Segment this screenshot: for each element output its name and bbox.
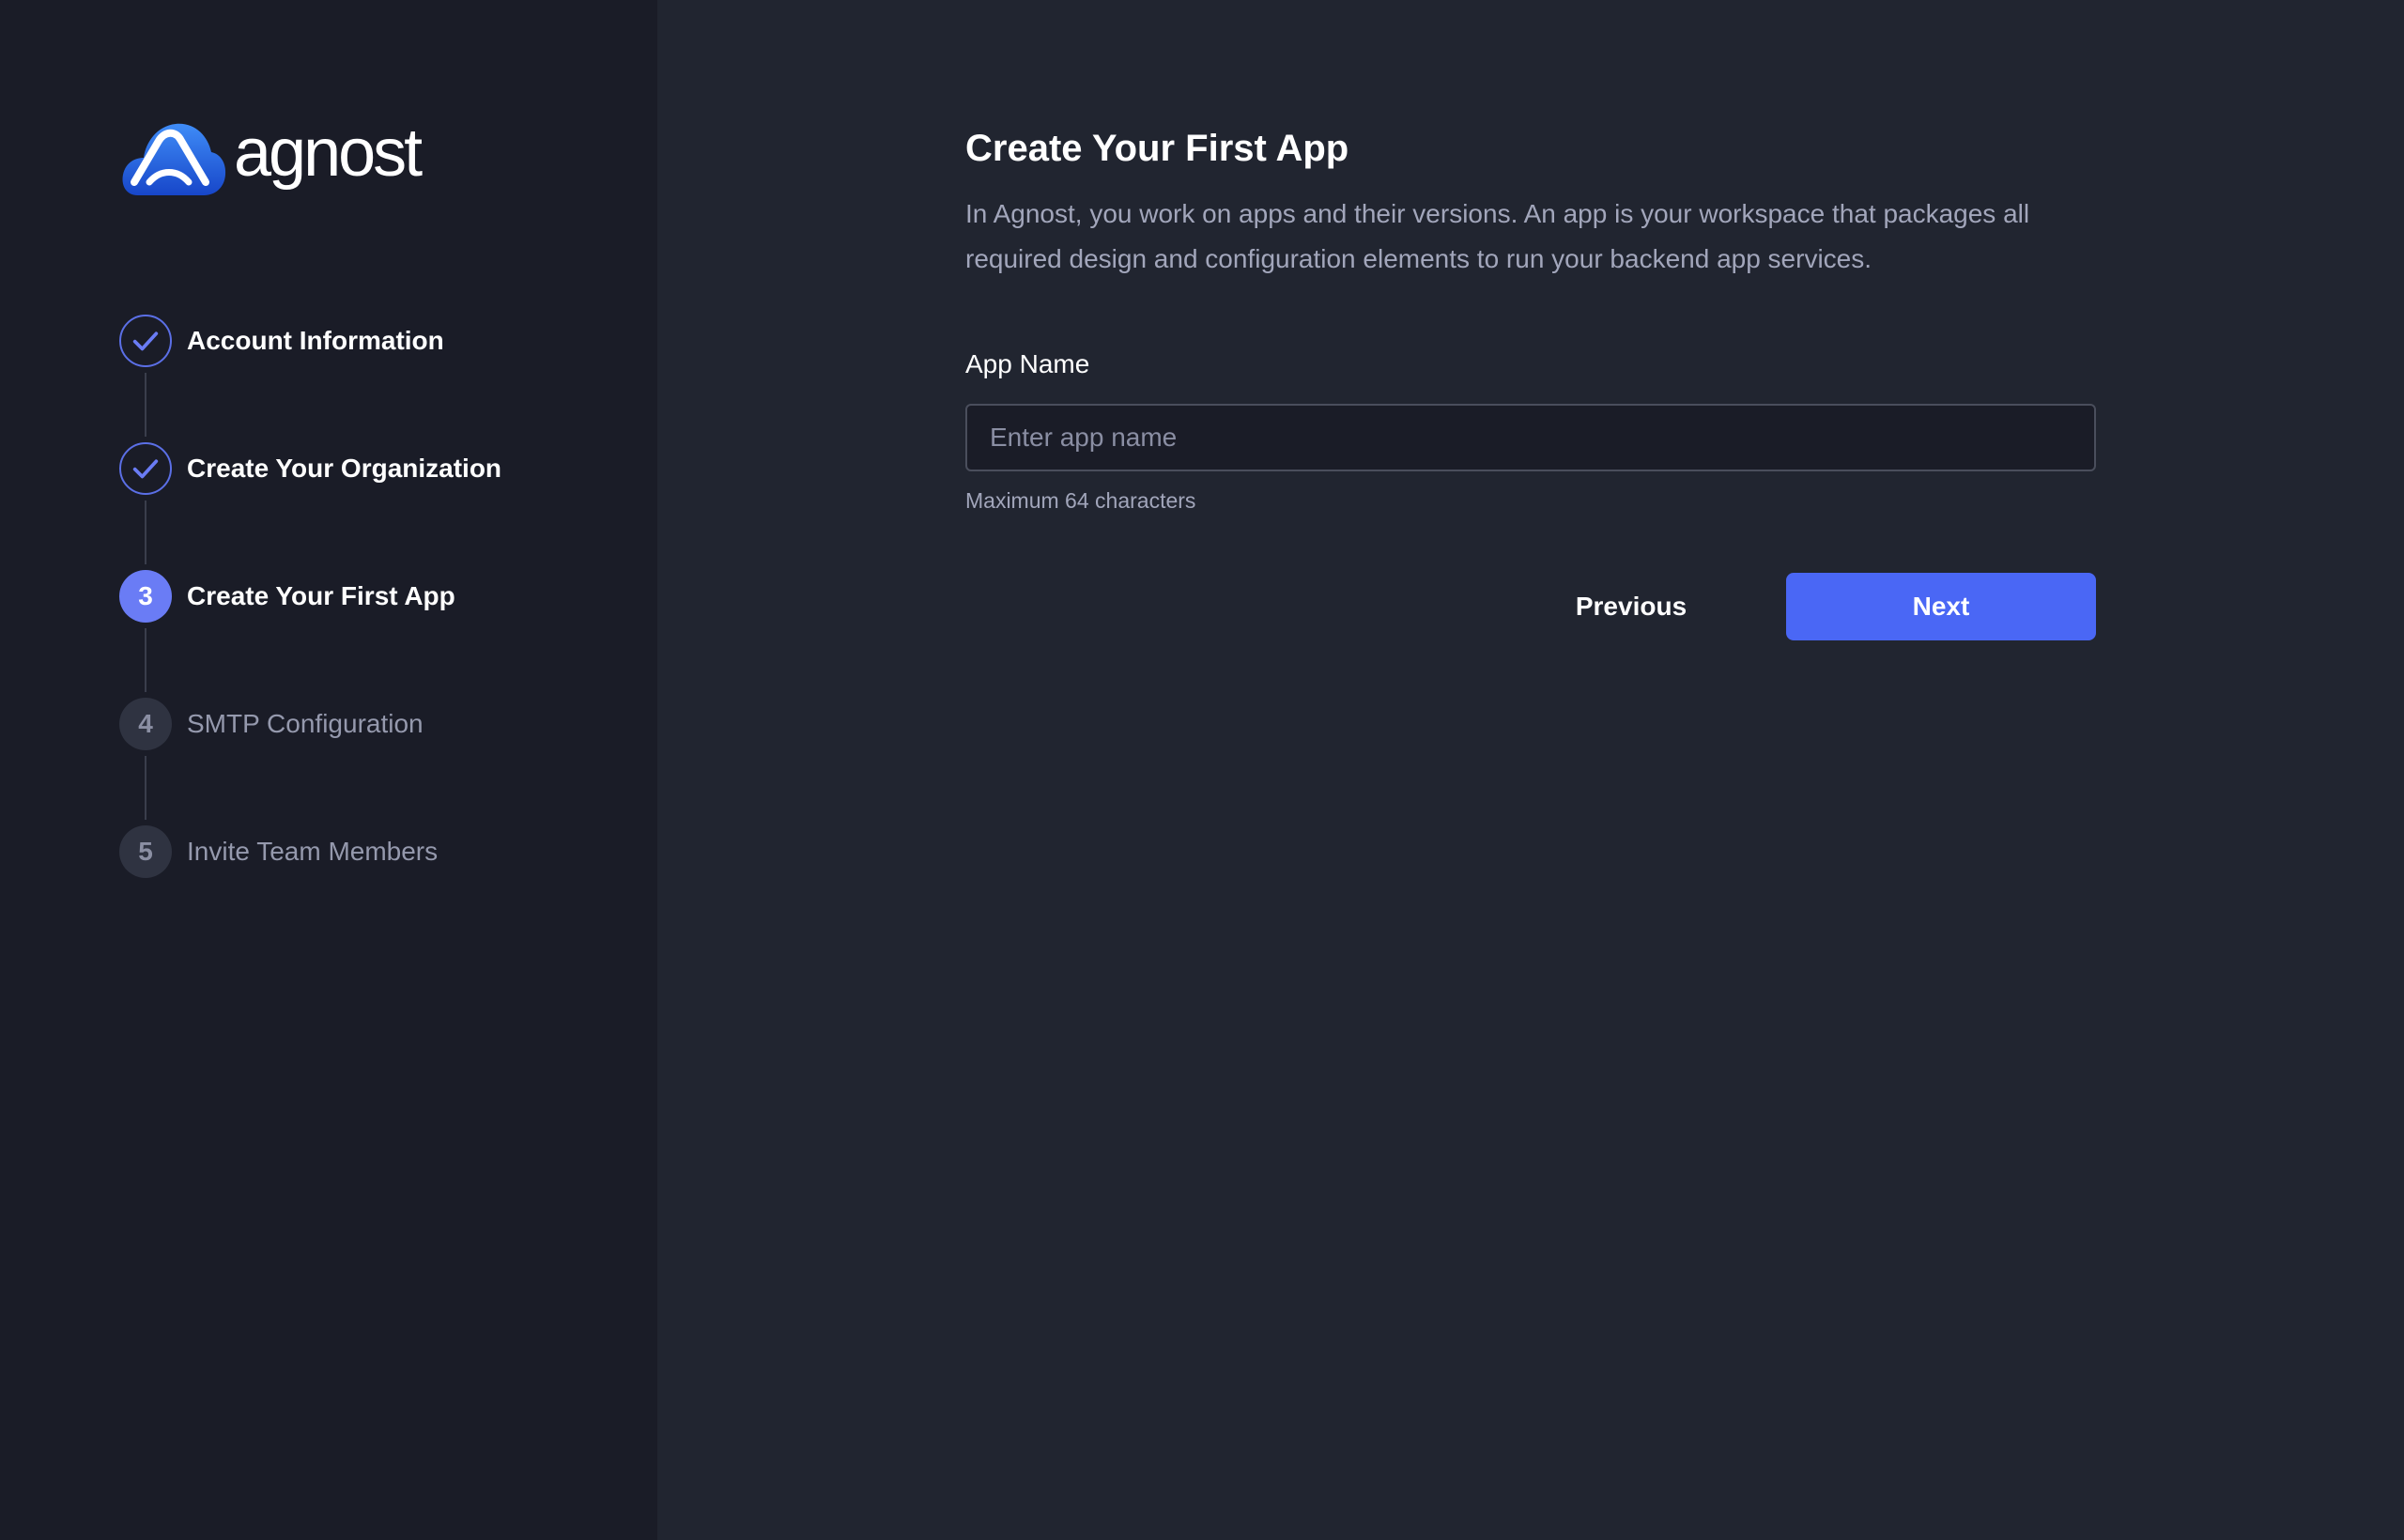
step-connector — [145, 373, 146, 437]
step-label: Invite Team Members — [187, 837, 439, 866]
main-panel: Create Your First App In Agnost, you wor… — [657, 0, 2404, 1540]
step-label: Account Information — [187, 326, 444, 355]
step-connector — [145, 500, 146, 564]
step-connector — [145, 756, 146, 820]
form-actions: Previous Next — [965, 573, 2096, 640]
page-description: In Agnost, you work on apps and their ve… — [965, 199, 2030, 273]
step-create-first-app: 3 Create Your First App — [119, 570, 501, 698]
onboarding-app: agnost Account Information Create Your O… — [0, 0, 2404, 1540]
step-connector — [145, 628, 146, 692]
page-title: Create Your First App — [965, 128, 1349, 169]
sidebar: agnost Account Information Create Your O… — [0, 0, 657, 1540]
step-5-indicator: 5 — [119, 825, 172, 878]
step-label: Create Your First App — [187, 581, 455, 610]
step-label: Create Your Organization — [187, 454, 502, 483]
check-icon — [132, 459, 159, 479]
app-name-input[interactable] — [965, 404, 2096, 471]
step-invite-team-members: 5 Invite Team Members — [119, 825, 501, 882]
brand-name: agnost — [234, 116, 423, 191]
create-app-form: Create Your First App In Agnost, you wor… — [965, 122, 2096, 640]
onboarding-steps: Account Information Create Your Organiza… — [119, 315, 501, 882]
step-create-organization: Create Your Organization — [119, 442, 501, 570]
step-label: SMTP Configuration — [187, 709, 424, 738]
logo: agnost — [121, 116, 423, 199]
check-icon — [132, 331, 159, 351]
step-3-indicator: 3 — [119, 570, 172, 623]
app-name-label: App Name — [965, 349, 1090, 378]
step-2-indicator — [119, 442, 172, 495]
step-4-indicator: 4 — [119, 698, 172, 750]
next-button[interactable]: Next — [1786, 573, 2096, 640]
app-name-hint: Maximum 64 characters — [965, 488, 1196, 513]
previous-button[interactable]: Previous — [1514, 573, 1749, 640]
agnost-logo-icon — [122, 123, 226, 195]
step-smtp-configuration: 4 SMTP Configuration — [119, 698, 501, 825]
step-account-information: Account Information — [119, 315, 501, 442]
step-1-indicator — [119, 315, 172, 367]
